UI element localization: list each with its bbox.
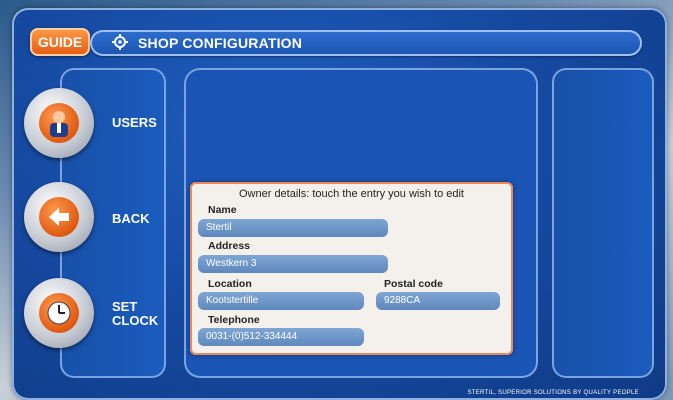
owner-details-dialog: Owner details: touch the entry you wish …	[190, 182, 513, 355]
name-label: Name	[208, 204, 237, 216]
dialog-title: Owner details: touch the entry you wish …	[238, 188, 464, 200]
title-bar: SHOP CONFIGURATION	[90, 30, 642, 56]
back-label[interactable]: BACK	[112, 212, 150, 226]
right-panel	[552, 68, 654, 378]
guide-button[interactable]: GUIDE	[30, 28, 90, 56]
set-clock-button[interactable]	[24, 278, 94, 348]
address-field[interactable]: Westkern 3	[198, 255, 388, 273]
location-field[interactable]: Kootstertille	[198, 292, 364, 310]
page-title: SHOP CONFIGURATION	[138, 35, 303, 51]
set-clock-label[interactable]: SET CLOCK	[112, 300, 162, 328]
telephone-field[interactable]: 0031-(0)512-334444	[198, 328, 364, 346]
kiosk-screen: GUIDE SHOP CONFIGURATION USERS BACK SET …	[12, 8, 667, 400]
clock-icon	[39, 293, 79, 333]
gear-settings-icon	[110, 33, 130, 53]
location-label: Location	[208, 278, 252, 290]
name-field[interactable]: Stertil	[198, 219, 388, 237]
users-label[interactable]: USERS	[112, 116, 157, 130]
telephone-label: Telephone	[208, 314, 260, 326]
postal-code-field[interactable]: 9288CA	[376, 292, 500, 310]
postal-code-label: Postal code	[384, 278, 443, 290]
back-arrow-icon	[39, 197, 79, 237]
address-label: Address	[208, 240, 251, 252]
back-button[interactable]	[24, 182, 94, 252]
user-icon	[39, 103, 79, 143]
users-button[interactable]	[24, 88, 94, 158]
footer-tagline: STERTIL, SUPERIOR SOLUTIONS BY QUALITY P…	[467, 390, 639, 396]
